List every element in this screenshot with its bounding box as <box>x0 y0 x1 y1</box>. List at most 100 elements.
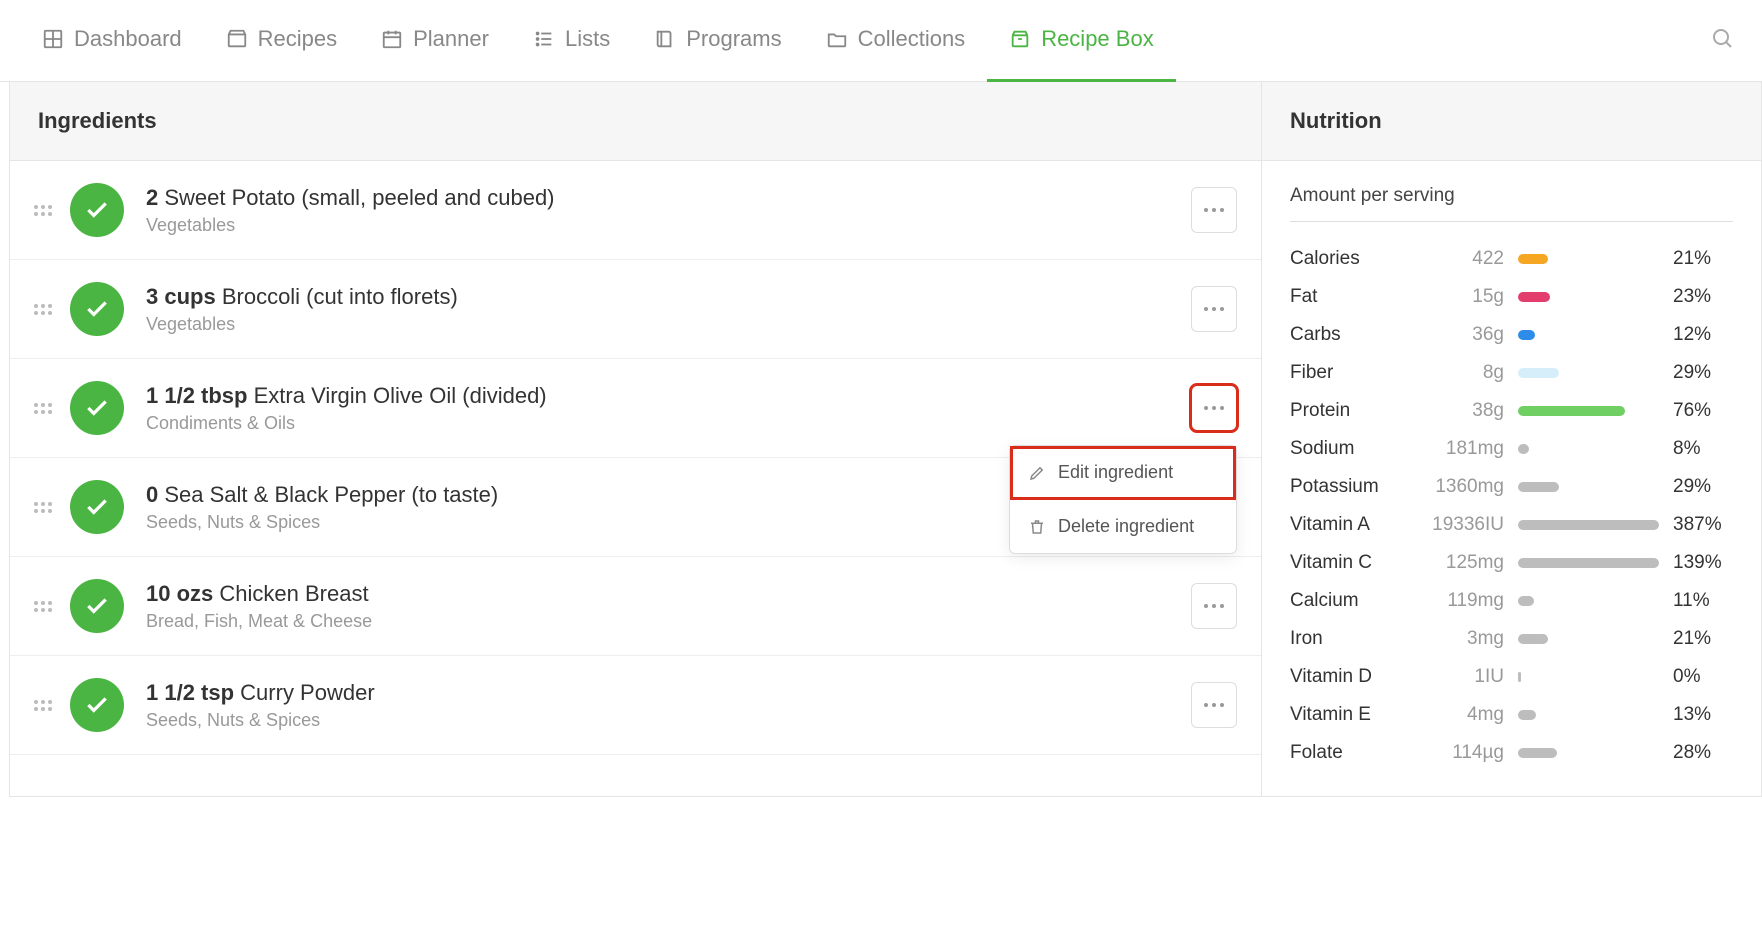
check-circle[interactable] <box>70 480 124 534</box>
more-horizontal-icon <box>1203 306 1225 312</box>
nav-label: Recipes <box>258 26 337 52</box>
drag-handle-icon[interactable] <box>34 296 52 322</box>
nutrition-label: Iron <box>1290 628 1400 650</box>
trash-icon <box>1028 518 1046 536</box>
check-circle[interactable] <box>70 381 124 435</box>
nutrition-bar-track <box>1518 520 1659 530</box>
nutrition-bar-track <box>1518 406 1659 416</box>
ingredient-title: 10 ozs Chicken Breast <box>146 581 1191 607</box>
nutrition-bar-track <box>1518 482 1659 492</box>
more-actions-button[interactable] <box>1191 187 1237 233</box>
nutrition-bar-track <box>1518 672 1659 682</box>
nutrition-percent: 28% <box>1673 742 1733 764</box>
nutrition-percent: 13% <box>1673 704 1733 726</box>
ingredient-title: 1 1/2 tbsp Extra Virgin Olive Oil (divid… <box>146 383 1191 409</box>
more-actions-button[interactable] <box>1191 385 1237 431</box>
nav-label: Programs <box>686 26 781 52</box>
ingredient-category: Condiments & Oils <box>146 413 1191 434</box>
nutrition-value: 4mg <box>1414 704 1504 726</box>
nutrition-row: Vitamin E 4mg 13% <box>1290 696 1733 734</box>
nutrition-row: Potassium 1360mg 29% <box>1290 468 1733 506</box>
nutrition-bar-track <box>1518 254 1659 264</box>
nav-collections[interactable]: Collections <box>804 0 988 82</box>
more-horizontal-icon <box>1203 702 1225 708</box>
ingredient-qty: 0 <box>146 482 158 507</box>
nutrition-bar-fill <box>1518 330 1535 340</box>
nutrition-label: Sodium <box>1290 438 1400 460</box>
ingredient-qty: 2 <box>146 185 158 210</box>
nav-lists[interactable]: Lists <box>511 0 632 82</box>
nutrition-value: 1IU <box>1414 666 1504 688</box>
nutrition-bar-fill <box>1518 748 1557 758</box>
check-icon <box>84 197 110 223</box>
nav-programs[interactable]: Programs <box>632 0 803 82</box>
ingredient-row: 2 Sweet Potato (small, peeled and cubed)… <box>10 161 1261 260</box>
ingredient-row: 1 1/2 tbsp Extra Virgin Olive Oil (divid… <box>10 359 1261 458</box>
check-circle[interactable] <box>70 183 124 237</box>
nutrition-label: Potassium <box>1290 476 1400 498</box>
drag-handle-icon[interactable] <box>34 593 52 619</box>
nutrition-value: 1360mg <box>1414 476 1504 498</box>
ingredient-row: 3 cups Broccoli (cut into florets) Veget… <box>10 260 1261 359</box>
pencil-icon <box>1028 464 1046 482</box>
ingredient-name: Extra Virgin Olive Oil (divided) <box>254 383 547 408</box>
nutrition-percent: 21% <box>1673 628 1733 650</box>
check-circle[interactable] <box>70 678 124 732</box>
nutrition-value: 422 <box>1414 248 1504 270</box>
nutrition-label: Calcium <box>1290 590 1400 612</box>
drag-handle-icon[interactable] <box>34 494 52 520</box>
nutrition-bar-fill <box>1518 710 1536 720</box>
drag-handle-icon[interactable] <box>34 395 52 421</box>
nav-recipe-box[interactable]: Recipe Box <box>987 0 1176 82</box>
ingredient-row: 10 ozs Chicken Breast Bread, Fish, Meat … <box>10 557 1261 656</box>
more-actions-button[interactable] <box>1191 682 1237 728</box>
check-circle[interactable] <box>70 579 124 633</box>
nutrition-bar-track <box>1518 368 1659 378</box>
box-icon <box>1009 28 1031 50</box>
nav-label: Planner <box>413 26 489 52</box>
nutrition-row: Vitamin A 19336IU 387% <box>1290 506 1733 544</box>
nutrition-bar-fill <box>1518 596 1534 606</box>
nutrition-value: 181mg <box>1414 438 1504 460</box>
list-icon <box>533 28 555 50</box>
nutrition-value: 125mg <box>1414 552 1504 574</box>
more-actions-button[interactable] <box>1191 583 1237 629</box>
ingredient-category: Vegetables <box>146 314 1191 335</box>
nav-label: Recipe Box <box>1041 26 1154 52</box>
ingredient-title: 3 cups Broccoli (cut into florets) <box>146 284 1191 310</box>
nutrition-value: 114µg <box>1414 742 1504 764</box>
nav-planner[interactable]: Planner <box>359 0 511 82</box>
search-button[interactable] <box>1702 18 1742 63</box>
check-icon <box>84 296 110 322</box>
nutrition-row: Calories 422 21% <box>1290 240 1733 278</box>
ingredient-category: Seeds, Nuts & Spices <box>146 710 1191 731</box>
nutrition-label: Vitamin C <box>1290 552 1400 574</box>
nav-dashboard[interactable]: Dashboard <box>20 0 204 82</box>
delete-ingredient-item[interactable]: Delete ingredient <box>1010 500 1236 553</box>
ingredient-name: Broccoli (cut into florets) <box>222 284 458 309</box>
drag-handle-icon[interactable] <box>34 692 52 718</box>
nutrition-bar-track <box>1518 444 1659 454</box>
nutrition-bar-fill <box>1518 254 1548 264</box>
drag-handle-icon[interactable] <box>34 197 52 223</box>
check-circle[interactable] <box>70 282 124 336</box>
nutrition-percent: 0% <box>1673 666 1733 688</box>
ingredient-name: Curry Powder <box>240 680 374 705</box>
ingredient-actions-menu: Edit ingredient Delete ingredient <box>1009 445 1237 554</box>
inbox-icon <box>226 28 248 50</box>
nav-recipes[interactable]: Recipes <box>204 0 359 82</box>
ingredient-name: Chicken Breast <box>219 581 368 606</box>
ingredient-title: 1 1/2 tsp Curry Powder <box>146 680 1191 706</box>
more-horizontal-icon <box>1203 405 1225 411</box>
ingredient-qty: 1 1/2 tbsp <box>146 383 247 408</box>
calendar-icon <box>381 28 403 50</box>
more-actions-button[interactable] <box>1191 286 1237 332</box>
nutrition-bar-track <box>1518 558 1659 568</box>
menu-label: Delete ingredient <box>1058 516 1194 537</box>
edit-ingredient-item[interactable]: Edit ingredient <box>1010 446 1236 500</box>
ingredient-qty: 10 ozs <box>146 581 213 606</box>
nutrition-panel: Nutrition Amount per serving Calories 42… <box>1262 82 1762 797</box>
nutrition-body: Amount per serving Calories 422 21% Fat … <box>1262 161 1761 796</box>
nutrition-bar-track <box>1518 710 1659 720</box>
more-horizontal-icon <box>1203 603 1225 609</box>
